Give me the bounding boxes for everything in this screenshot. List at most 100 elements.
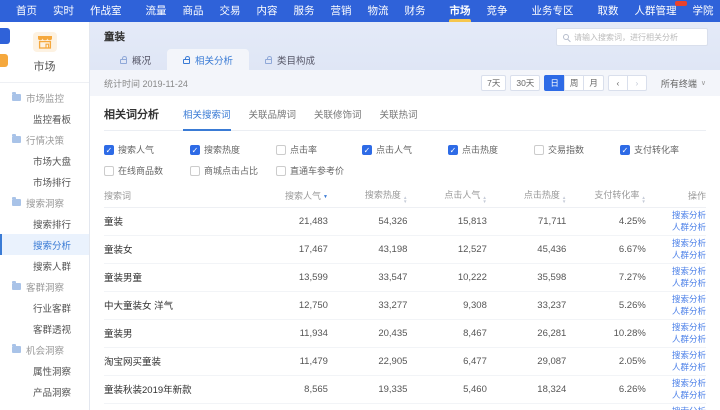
crowd-analysis-link[interactable]: 人群分析 <box>646 249 706 261</box>
search-analysis-link[interactable]: 搜索分析 <box>646 349 706 361</box>
nav-item-war-room[interactable]: 作战室 <box>82 0 130 22</box>
checkbox-click-popularity[interactable]: ✓ <box>362 145 372 155</box>
checkbox-search-popularity[interactable]: ✓ <box>104 145 114 155</box>
metric-click-popularity[interactable]: ✓点击人气 <box>362 143 448 156</box>
sort-icon[interactable]: ▲▼ <box>403 196 407 204</box>
nav-item-compete[interactable]: 竞争 <box>479 0 516 22</box>
subtab-modifier-words[interactable]: 关联修饰词 <box>314 107 362 130</box>
crowd-analysis-link[interactable]: 人群分析 <box>646 277 706 289</box>
nav-item-product[interactable]: 商品 <box>175 0 212 22</box>
sidebar-item-industry-crowd[interactable]: 行业客群 <box>0 297 89 318</box>
nav-item-logistics[interactable]: 物流 <box>360 0 397 22</box>
prev-page-icon[interactable]: ‹ <box>608 75 628 91</box>
search-analysis-link[interactable]: 搜索分析 <box>646 405 706 410</box>
sort-icon[interactable]: ▲▼ <box>641 196 645 204</box>
range-button-月[interactable]: 月 <box>583 75 604 91</box>
sidebar-item-market-rank[interactable]: 市场排行 <box>0 171 89 192</box>
search-analysis-link[interactable]: 搜索分析 <box>646 377 706 389</box>
crowd-analysis-link[interactable]: 人群分析 <box>646 389 706 401</box>
search-analysis-link[interactable]: 搜索分析 <box>646 209 706 221</box>
keyword-cell: 童装秋装2019年新款 <box>104 375 248 403</box>
value-cell: 8,565 <box>248 375 327 403</box>
checkbox-trade-index[interactable] <box>534 145 544 155</box>
nav-item-crowd-mgmt[interactable]: 人群管理 <box>627 0 685 22</box>
nav-item-traffic[interactable]: 流量 <box>138 0 175 22</box>
sort-icon[interactable]: ▲▼ <box>562 196 566 204</box>
metric-search-heat[interactable]: ✓搜索热度 <box>190 143 276 156</box>
search-analysis-link[interactable]: 搜索分析 <box>646 265 706 277</box>
checkbox-mall-click-ratio[interactable] <box>190 166 200 176</box>
nav-item-finance[interactable]: 财务 <box>397 0 434 22</box>
nav-item-market[interactable]: 市场 <box>442 0 479 22</box>
crowd-analysis-link[interactable]: 人群分析 <box>646 305 706 317</box>
lock-icon <box>265 59 272 64</box>
nav-item-data-fetch[interactable]: 取数 <box>590 0 627 22</box>
crowd-analysis-link[interactable]: 人群分析 <box>646 361 706 373</box>
metric-ztc-ref-price[interactable]: 直通车参考价 <box>276 164 362 177</box>
search-analysis-link[interactable]: 搜索分析 <box>646 293 706 305</box>
subtab-brand-words[interactable]: 关联品牌词 <box>249 107 297 130</box>
metric-pay-conversion[interactable]: ✓支付转化率 <box>620 143 706 156</box>
sidebar-item-market-decision[interactable]: 行情决策 <box>0 129 89 150</box>
search-analysis-link[interactable]: 搜索分析 <box>646 321 706 333</box>
search-analysis-link[interactable]: 搜索分析 <box>646 237 706 249</box>
checkbox-click-rate[interactable] <box>276 145 286 155</box>
range-button-7d[interactable]: 7天 <box>481 75 506 91</box>
sidebar-item-search-rank[interactable]: 搜索排行 <box>0 213 89 234</box>
sidebar-item-opportunity-insight[interactable]: 机会洞察 <box>0 339 89 360</box>
sidebar-item-monitor-board[interactable]: 监控看板 <box>0 108 89 129</box>
nav-item-marketing[interactable]: 营销 <box>323 0 360 22</box>
column-header-click-heat[interactable]: 点击热度▲▼ <box>487 185 566 207</box>
next-page-icon[interactable]: › <box>627 75 647 91</box>
nav-item-academy[interactable]: 学院 <box>685 0 720 22</box>
sidebar-item-market-monitor[interactable]: 市场监控 <box>0 87 89 108</box>
sidebar-item-market-overview[interactable]: 市场大盘 <box>0 150 89 171</box>
metric-search-popularity[interactable]: ✓搜索人气 <box>104 143 190 156</box>
checkbox-pay-conversion[interactable]: ✓ <box>620 145 630 155</box>
subtab-hot-words[interactable]: 关联热词 <box>380 107 418 130</box>
sidebar-item-attribute-insight[interactable]: 属性洞察 <box>0 360 89 381</box>
sidebar-item-search-insight[interactable]: 搜索洞察 <box>0 192 89 213</box>
checkbox-ztc-ref-price[interactable] <box>276 166 286 176</box>
column-header-search-heat[interactable]: 搜索热度▲▼ <box>328 185 407 207</box>
metric-click-rate[interactable]: 点击率 <box>276 143 362 156</box>
sort-icon[interactable]: ▲▼ <box>482 196 486 204</box>
nav-item-home[interactable]: 首页 <box>8 0 45 22</box>
sidebar-item-search-crowd[interactable]: 搜索人群 <box>0 255 89 276</box>
tab-overview[interactable]: 概况 <box>104 49 167 70</box>
range-button-日[interactable]: 日 <box>544 75 565 91</box>
value-cell: 11,479 <box>248 347 327 375</box>
range-button-周[interactable]: 周 <box>564 75 585 91</box>
search-input[interactable]: 请输入搜索词，进行相关分析 <box>556 28 708 46</box>
column-header-pay-conversion[interactable]: 支付转化率▲▼ <box>566 185 645 207</box>
sidebar-item-crowd-perspective[interactable]: 客群透视 <box>0 318 89 339</box>
column-header-click-popularity[interactable]: 点击人气▲▼ <box>407 185 486 207</box>
nav-item-trade[interactable]: 交易 <box>212 0 249 22</box>
column-header-search-popularity[interactable]: 搜索人气▼ <box>248 185 327 207</box>
range-button-30d[interactable]: 30天 <box>510 75 540 91</box>
nav-item-content[interactable]: 内容 <box>249 0 286 22</box>
subtab-related-search-words[interactable]: 相关搜索词 <box>183 107 231 131</box>
sidebar-item-product-insight[interactable]: 产品洞察 <box>0 381 89 402</box>
checkbox-click-heat[interactable]: ✓ <box>448 145 458 155</box>
tab-related-analysis[interactable]: 相关分析 <box>167 49 249 70</box>
metric-trade-index[interactable]: 交易指数 <box>534 143 620 156</box>
crowd-analysis-link[interactable]: 人群分析 <box>646 221 706 233</box>
terminal-filter-dropdown[interactable]: 所有终端∨ <box>661 77 706 90</box>
nav-item-business-zone[interactable]: 业务专区 <box>524 0 582 22</box>
sidebar-item-search-analysis[interactable]: 搜索分析 <box>0 234 89 255</box>
tab-category-composition[interactable]: 类目构成 <box>249 49 331 70</box>
sidebar-item-crowd-insight[interactable]: 客群洞察 <box>0 276 89 297</box>
nav-item-service[interactable]: 服务 <box>286 0 323 22</box>
checkbox-search-heat[interactable]: ✓ <box>190 145 200 155</box>
metric-mall-click-ratio[interactable]: 商城点击占比 <box>190 164 276 177</box>
keyword-cell: 童装男 <box>104 319 248 347</box>
actions-cell: 搜索分析人群分析 <box>646 291 706 319</box>
crowd-analysis-link[interactable]: 人群分析 <box>646 333 706 345</box>
metric-online-products[interactable]: 在线商品数 <box>104 164 190 177</box>
metric-click-heat[interactable]: ✓点击热度 <box>448 143 534 156</box>
value-cell: 6,462 <box>407 403 486 410</box>
sort-desc-icon[interactable]: ▼ <box>323 194 328 200</box>
nav-item-realtime[interactable]: 实时 <box>45 0 82 22</box>
checkbox-online-products[interactable] <box>104 166 114 176</box>
